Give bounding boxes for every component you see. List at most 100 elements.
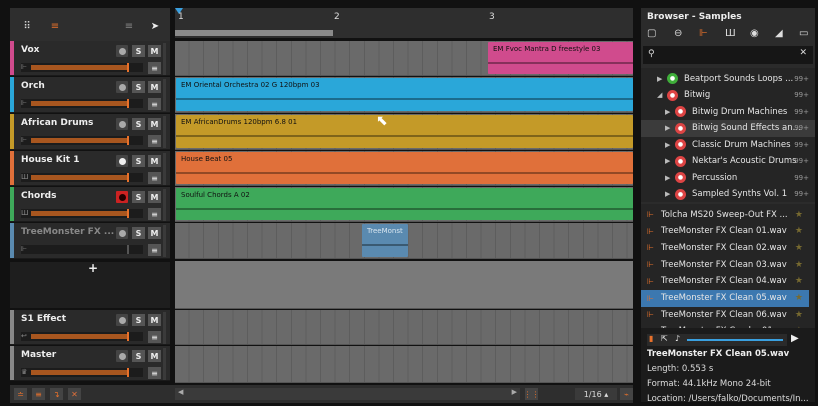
clip[interactable]: EM Fvoc Mantra D freestyle 03 <box>488 42 633 74</box>
track-lane[interactable] <box>175 310 633 345</box>
pointer-arrow-icon[interactable]: ➤ <box>146 17 164 35</box>
volume-handle[interactable] <box>127 63 129 72</box>
add-track-button[interactable]: + <box>88 261 98 275</box>
timeline-ruler[interactable]: 1 2 3 <box>175 8 633 38</box>
track-menu-icon[interactable]: ≡ <box>148 331 161 343</box>
star-icon[interactable]: ★ <box>795 226 803 236</box>
track-name[interactable]: House Kit 1 <box>21 155 79 165</box>
track-header[interactable]: Vox S M ≡ ⊩ <box>10 41 170 76</box>
solo-button[interactable]: S <box>132 227 145 239</box>
volume-slider[interactable]: ⊩ <box>21 99 143 108</box>
volume-slider[interactable]: ♛ <box>21 368 143 377</box>
browser-file-item[interactable]: ⊩ TreeMonster FX Clean 02.wav ★ <box>641 239 809 256</box>
track-menu-icon[interactable]: ≡ <box>148 244 161 256</box>
volume-handle[interactable] <box>127 173 129 182</box>
record-arm-button[interactable] <box>116 314 128 326</box>
star-icon[interactable]: ★ <box>795 260 803 270</box>
expand-arrow-icon[interactable]: ▶ <box>665 124 673 132</box>
track-header[interactable]: African Drums S M ≡ ⊩ <box>10 114 170 150</box>
grid-resolution-select[interactable]: 1/16 ▴ <box>575 388 617 400</box>
record-arm-button[interactable] <box>116 191 128 203</box>
mute-button[interactable]: M <box>148 155 161 167</box>
solo-button[interactable]: S <box>132 81 145 93</box>
track-menu-icon[interactable]: ≡ <box>148 208 161 220</box>
browser-tree-item[interactable]: ▶ ● Bitwig Drum Machines 99+ <box>641 103 815 120</box>
volume-handle[interactable] <box>127 136 129 145</box>
track-lane[interactable]: House Beat 05 <box>175 151 633 186</box>
expand-arrow-icon[interactable]: ▶ <box>665 108 673 116</box>
multisample-tab-icon[interactable]: Ш <box>725 28 736 39</box>
mute-button[interactable]: M <box>148 350 161 362</box>
star-icon[interactable]: ★ <box>795 243 803 253</box>
track-header[interactable]: House Kit 1 S M ≡ Ш <box>10 151 170 186</box>
record-arm-button[interactable] <box>116 81 128 93</box>
grid-icon[interactable]: ⠿ <box>18 17 36 35</box>
close-icon[interactable]: ✕ <box>799 48 807 58</box>
track-name[interactable]: Orch <box>21 81 45 91</box>
samples-tab-icon[interactable]: ⊩ <box>699 28 708 39</box>
solo-button[interactable]: S <box>132 118 145 130</box>
browser-tree-item[interactable]: ◢ ● Bitwig 99+ <box>641 87 815 104</box>
solo-button[interactable]: S <box>132 350 145 362</box>
track-name[interactable]: S1 Effect <box>21 314 66 324</box>
cursor-icon[interactable]: ⇱ <box>661 334 668 343</box>
mute-button[interactable]: M <box>148 118 161 130</box>
expand-arrow-icon[interactable]: ▶ <box>657 75 665 83</box>
magnet-icon[interactable]: ⌁ <box>620 388 633 400</box>
record-arm-button[interactable] <box>116 45 128 57</box>
track-name[interactable]: Master <box>21 350 56 360</box>
volume-slider[interactable]: Ш <box>21 173 143 182</box>
horizontal-scrollbar[interactable]: ◀ ▶ <box>175 388 520 400</box>
snap-icon[interactable]: ⋮⋮ <box>524 388 540 400</box>
expand-arrow-icon[interactable]: ▶ <box>665 190 673 198</box>
browser-file-item[interactable]: ⊩ TreeMonster FX Clean 04.wav ★ <box>641 273 809 290</box>
track-name[interactable]: TreeMonster FX ... <box>21 227 114 237</box>
record-arm-button[interactable] <box>116 227 128 239</box>
clip[interactable]: TreeMonst <box>362 224 408 257</box>
preview-waveform[interactable]: ▮ ⇱ ♪ <box>647 334 787 346</box>
solo-button[interactable]: S <box>132 191 145 203</box>
star-icon[interactable]: ★ <box>795 210 803 220</box>
mute-button[interactable]: M <box>148 227 161 239</box>
music-tab-icon[interactable]: ◉ <box>750 28 759 39</box>
track-lane[interactable]: EM Fvoc Mantra D freestyle 03 <box>175 41 633 76</box>
volume-handle[interactable] <box>127 99 129 108</box>
scroll-left-icon[interactable]: ◀ <box>178 388 183 396</box>
star-icon[interactable]: ★ <box>795 276 803 286</box>
track-name[interactable]: Chords <box>21 191 56 201</box>
track-header[interactable]: Orch S M ≡ ⊩ <box>10 77 170 113</box>
browser-file-item[interactable]: ⊩ TreeMonster FX Clean 05.wav ★ <box>641 289 809 307</box>
play-icon[interactable]: ▶ <box>791 333 799 344</box>
clips-tab-icon[interactable]: ◢ <box>775 28 783 39</box>
record-arm-button[interactable] <box>116 118 128 130</box>
expand-icon[interactable]: ≡ <box>32 388 45 400</box>
track-header[interactable]: S1 Effect S M ≡ ↩ <box>10 310 170 345</box>
browser-tree-item[interactable]: ▶ ● Percussion 99+ <box>641 169 815 186</box>
expand-arrow-icon[interactable]: ▶ <box>665 174 673 182</box>
clip[interactable]: House Beat 05 <box>176 152 633 184</box>
track-lane[interactable] <box>175 261 633 309</box>
browser-tree-item[interactable]: ▶ ● Beatport Sounds Loops ... 99+ <box>641 70 815 87</box>
mute-button[interactable]: M <box>148 45 161 57</box>
browser-tree-item[interactable]: ▶ ● Nektar's Acoustic Drums 99+ <box>641 153 815 170</box>
track-menu-icon[interactable]: ≡ <box>148 62 161 74</box>
delete-icon[interactable]: ✕ <box>68 388 81 400</box>
volume-slider[interactable]: Ш <box>21 209 143 218</box>
track-header[interactable]: Chords S M ≡ Ш <box>10 187 170 222</box>
note-icon[interactable]: ♪ <box>675 334 680 343</box>
clip[interactable]: EM Oriental Orchestra 02 G 120bpm 03 <box>176 78 633 111</box>
browser-tree-item[interactable]: ▶ ● Classic Drum Machines 99+ <box>641 136 815 153</box>
track-menu-icon[interactable]: ≡ <box>148 367 161 379</box>
monitor-tab-icon[interactable]: ▭ <box>799 28 808 39</box>
track-menu-icon[interactable]: ≡ <box>148 135 161 147</box>
track-lane[interactable]: TreeMonst <box>175 223 633 259</box>
star-icon[interactable]: ★ <box>795 293 803 303</box>
record-arm-button[interactable] <box>116 350 128 362</box>
expand-arrow-icon[interactable]: ▶ <box>665 141 673 149</box>
volume-handle[interactable] <box>127 209 129 218</box>
browser-file-item[interactable]: ⊩ Tolcha MS20 Sweep-Out FX ... ★ <box>641 206 809 223</box>
track-name[interactable]: African Drums <box>21 118 93 128</box>
track-header[interactable]: TreeMonster FX ... S M ≡ ⊩ <box>10 223 170 259</box>
list-icon[interactable]: ≡ <box>46 17 64 35</box>
solo-button[interactable]: S <box>132 155 145 167</box>
